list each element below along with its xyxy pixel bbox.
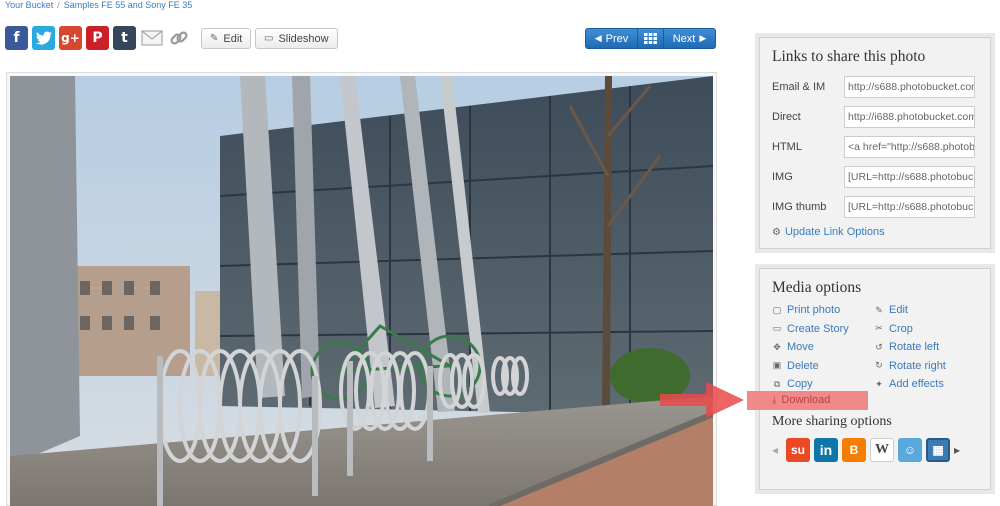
media-option-label: Delete — [787, 359, 819, 372]
move-icon: ✥ — [773, 341, 781, 352]
download-icon: ⤓ — [772, 394, 777, 406]
copy-icon: ⧉ — [773, 378, 781, 389]
media-option-label: Add effects — [889, 378, 944, 391]
trash-icon: ▣ — [772, 360, 782, 371]
update-link-options-link[interactable]: ⚙ Update Link Options — [772, 226, 980, 238]
media-option-label: Move — [787, 341, 814, 354]
media-option-label: Rotate right — [889, 359, 946, 372]
rotate-right-link[interactable]: ↻ Rotate right — [874, 359, 974, 374]
link-row-img-thumb: IMG thumb [URL=http://s688.photobucket.c… — [772, 192, 980, 222]
print-icon: ▢ — [772, 304, 782, 315]
chevron-left-icon: ◀ — [594, 33, 602, 43]
direct-link-field[interactable]: http://i688.photobucket.com/albums/ — [844, 106, 975, 128]
add-effects-link[interactable]: ✦ Add effects — [874, 377, 974, 392]
link-row-html: HTML <a href="http://s688.photobucket.co… — [772, 132, 980, 162]
copy-link[interactable]: ⧉ Copy — [772, 377, 874, 392]
email-icon[interactable] — [140, 26, 163, 50]
download-label: Download — [781, 394, 831, 406]
rotate-right-icon: ↻ — [875, 360, 883, 371]
media-options-panel: Media options ▢ Print photo ✎ Edit ▭ Create… — [755, 264, 995, 494]
links-panel: Links to share this photo Email & IM htt… — [755, 33, 995, 253]
magic-wand-icon: ✦ — [875, 378, 883, 389]
tumblr-icon[interactable]: t — [113, 26, 136, 50]
linkedin-icon[interactable]: in — [814, 437, 838, 462]
crop-icon: ✂ — [875, 323, 883, 334]
link-label: Direct — [772, 111, 801, 123]
media-option-label: Copy — [787, 378, 813, 391]
prev-button[interactable]: ◀ Prev — [586, 29, 638, 48]
myspace-icon[interactable]: ▦ — [926, 437, 950, 462]
more-sharing-row: ◂ su in B W ☺ ▦ ▸ — [772, 437, 980, 462]
grid-view-button[interactable] — [638, 29, 664, 48]
create-story-link[interactable]: ▭ Create Story — [772, 322, 874, 337]
breadcrumb-root-link[interactable]: Your Bucket — [5, 0, 53, 10]
email-link-field[interactable]: http://s688.photobucket.com/user/ — [844, 76, 975, 98]
media-options-title: Media options — [772, 279, 862, 296]
blogger-icon[interactable]: B — [842, 437, 866, 462]
link-label: Email & IM — [772, 81, 826, 93]
chevron-right-icon[interactable]: ▸ — [954, 443, 964, 457]
links-panel-title: Links to share this photo — [772, 48, 926, 65]
red-arrow-icon — [660, 382, 744, 418]
link-label: IMG thumb — [772, 201, 827, 213]
move-link[interactable]: ✥ Move — [772, 340, 874, 355]
update-link-options-label: Update Link Options — [784, 226, 885, 238]
more-sharing-title: More sharing options — [772, 413, 892, 429]
wordpress-icon[interactable]: W — [870, 437, 894, 462]
photo-navigation: ◀ Prev Next ▶ — [585, 28, 716, 49]
print-photo-link[interactable]: ▢ Print photo — [772, 303, 874, 318]
slideshow-button[interactable]: ▭ Slideshow — [255, 28, 338, 49]
photo-frame — [6, 72, 717, 506]
img-link-field[interactable]: [URL=http://s688.photobucket.com/u — [844, 166, 975, 188]
rotate-left-link[interactable]: ↺ Rotate left — [874, 340, 974, 355]
next-button[interactable]: Next ▶ — [664, 29, 715, 48]
slideshow-button-label: Slideshow — [278, 32, 329, 45]
delete-link[interactable]: ▣ Delete — [772, 359, 874, 374]
grid-icon — [644, 33, 657, 44]
media-option-label: Create Story — [787, 322, 849, 335]
edit-button[interactable]: ✎ Edit — [201, 28, 251, 49]
story-icon: ▭ — [772, 323, 782, 334]
gear-icon: ⚙ — [772, 226, 781, 238]
twitter-icon[interactable] — [32, 26, 55, 50]
prev-button-label: Prev — [605, 32, 629, 45]
chevron-left-icon[interactable]: ◂ — [772, 443, 782, 457]
download-link[interactable]: ⤓ Download — [772, 394, 830, 406]
edit-icon: ✎ — [210, 33, 219, 44]
crop-link[interactable]: ✂ Crop — [874, 322, 974, 337]
html-link-field[interactable]: <a href="http://s688.photobucket.com — [844, 136, 975, 158]
edit-button-label: Edit — [223, 32, 243, 45]
edit-link[interactable]: ✎ Edit — [874, 303, 974, 318]
media-option-label: Rotate left — [889, 341, 940, 354]
next-button-label: Next — [672, 32, 696, 45]
media-option-label: Print photo — [787, 304, 841, 317]
link-label: HTML — [772, 141, 802, 153]
rotate-left-icon: ↺ — [875, 341, 883, 352]
main-photo[interactable] — [10, 76, 713, 506]
slideshow-icon: ▭ — [264, 33, 274, 44]
link-row-direct: Direct http://i688.photobucket.com/album… — [772, 102, 980, 132]
media-option-label: Edit — [889, 304, 908, 317]
breadcrumb: Your Bucket / Samples FE 55 and Sony FE 35 — [5, 0, 192, 10]
media-option-label: Crop — [889, 322, 913, 335]
stumbleupon-icon[interactable]: su — [786, 437, 810, 462]
link-row-email: Email & IM http://s688.photobucket.com/u… — [772, 72, 980, 102]
breadcrumb-separator: / — [57, 0, 60, 10]
social-share-bar: f g+ P t — [5, 26, 190, 50]
img-thumb-link-field[interactable]: [URL=http://s688.photobucket.com/u — [844, 196, 975, 218]
facebook-icon[interactable]: f — [5, 26, 28, 50]
google-plus-icon[interactable]: g+ — [59, 26, 82, 50]
link-row-img: IMG [URL=http://s688.photobucket.com/u — [772, 162, 980, 192]
messenger-icon[interactable]: ☺ — [898, 437, 922, 462]
pinterest-icon[interactable]: P — [86, 26, 109, 50]
link-icon[interactable] — [167, 26, 190, 50]
link-label: IMG — [772, 171, 793, 183]
chevron-right-icon: ▶ — [699, 33, 707, 43]
edit-icon: ✎ — [875, 304, 883, 315]
breadcrumb-current-link[interactable]: Samples FE 55 and Sony FE 35 — [64, 0, 193, 10]
